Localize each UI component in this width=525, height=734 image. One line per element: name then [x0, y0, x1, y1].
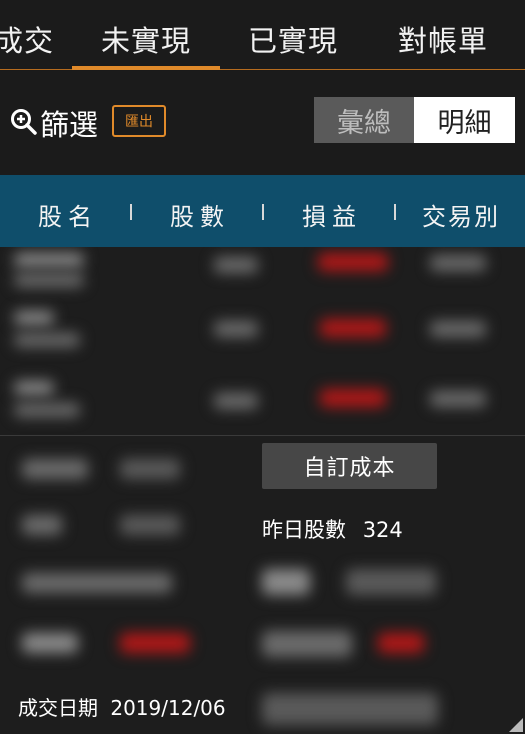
blurred-value: [120, 633, 190, 653]
blurred-value: [120, 459, 180, 479]
tab-unrealized[interactable]: 未實現: [101, 18, 191, 60]
filter-toolbar: 篩選 匯出 彙總 明細: [0, 71, 525, 175]
blurred-stock-code: [14, 253, 84, 267]
blurred-trade-type: [430, 255, 486, 271]
blurred-stock-name: [14, 403, 80, 417]
blurred-value: [262, 631, 352, 657]
custom-cost-button[interactable]: 自訂成本: [262, 443, 437, 489]
column-stock-name[interactable]: 股名: [38, 197, 98, 232]
blurred-shares: [214, 393, 258, 409]
yesterday-shares-value: 324: [362, 518, 403, 542]
blurred-pnl: [320, 389, 386, 407]
deal-date-value: 2019/12/06: [110, 696, 226, 720]
column-separator: [262, 204, 264, 220]
segment-summary[interactable]: 彙總: [314, 97, 414, 143]
top-tab-bar: 成交 未實現 已實現 對帳單: [0, 0, 525, 70]
blurred-value: [262, 693, 438, 725]
column-separator: [130, 204, 132, 220]
tab-statement[interactable]: 對帳單: [398, 18, 488, 60]
segment-detail[interactable]: 明細: [414, 97, 515, 143]
active-tab-indicator: [72, 66, 220, 70]
blurred-stock-code: [14, 311, 54, 325]
blurred-pnl: [320, 319, 386, 337]
blurred-value: [22, 573, 172, 593]
blurred-value: [346, 569, 436, 595]
blurred-trade-type: [430, 391, 486, 407]
column-shares[interactable]: 股數: [170, 197, 230, 232]
deal-date: 成交日期 2019/12/06: [18, 692, 226, 721]
blurred-shares: [214, 321, 258, 337]
blurred-value: [22, 633, 78, 653]
column-pnl[interactable]: 損益: [302, 197, 362, 232]
filter-button[interactable]: 篩選: [40, 102, 98, 144]
position-list[interactable]: [0, 247, 525, 734]
blurred-stock-name: [14, 273, 84, 287]
export-button[interactable]: 匯出: [112, 105, 166, 137]
table-column-header: 股名 股數 損益 交易別: [0, 175, 525, 247]
yesterday-shares-label: 昨日股數: [262, 518, 346, 542]
blurred-stock-name: [14, 333, 80, 347]
blurred-value: [120, 515, 180, 535]
tab-trades[interactable]: 成交: [0, 18, 54, 60]
blurred-pnl: [318, 253, 388, 271]
blurred-trade-type: [430, 321, 486, 337]
zoom-in-icon[interactable]: [10, 108, 38, 136]
blurred-value: [262, 569, 310, 595]
tab-realized[interactable]: 已實現: [248, 18, 338, 60]
blurred-value: [22, 515, 62, 535]
blurred-value: [378, 633, 424, 653]
blurred-value: [22, 459, 88, 479]
blurred-stock-code: [14, 381, 54, 395]
deal-date-label: 成交日期: [18, 696, 98, 720]
blurred-shares: [214, 257, 258, 273]
section-divider: [0, 435, 525, 436]
column-trade-type[interactable]: 交易別: [422, 197, 500, 232]
yesterday-shares: 昨日股數 324: [262, 514, 403, 544]
resize-corner-icon: [509, 718, 523, 732]
column-separator: [394, 204, 396, 220]
